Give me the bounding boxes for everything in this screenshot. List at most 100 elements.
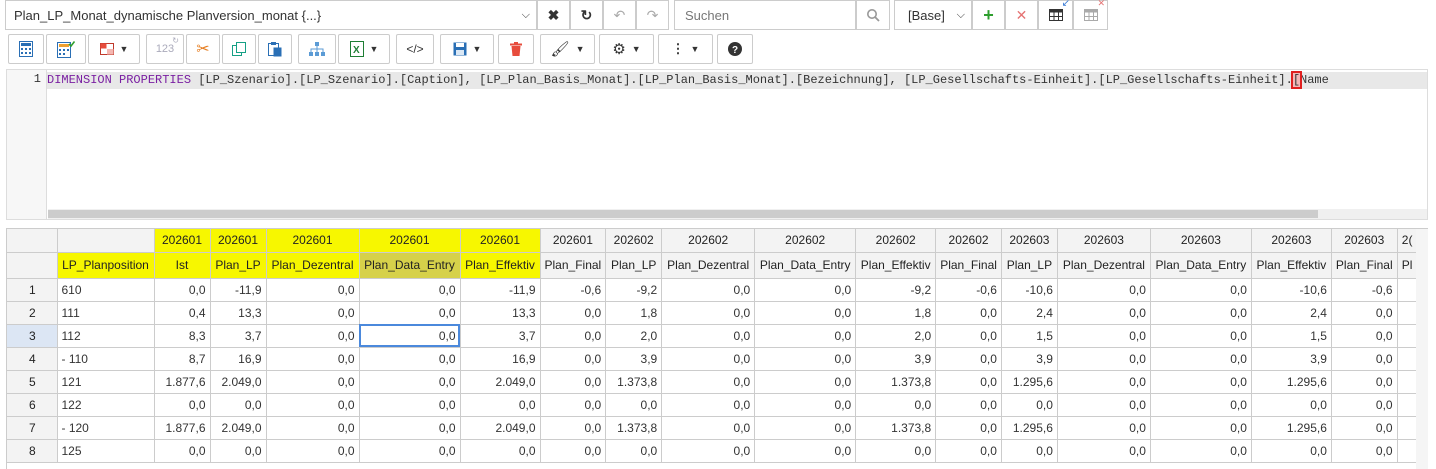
row-number[interactable]: 1 [7, 278, 58, 302]
data-cell[interactable]: 0,0 [540, 439, 607, 463]
settings-dropdown[interactable]: ⚙ ▼ [599, 34, 654, 64]
data-cell[interactable]: -10,6 [1001, 278, 1058, 302]
data-cell[interactable]: 0,0 [1251, 439, 1332, 463]
copy-button[interactable] [222, 34, 256, 64]
data-cell[interactable]: 0,0 [935, 347, 1002, 371]
measure-header[interactable]: Pl [1397, 252, 1418, 279]
data-cell[interactable]: 1.373,8 [855, 370, 937, 394]
period-header[interactable]: 202603 [1057, 229, 1151, 253]
data-cell[interactable]: 0,0 [359, 393, 461, 417]
grid-view-button[interactable]: ↙ [1038, 0, 1073, 30]
data-cell[interactable]: 0,0 [1150, 301, 1252, 325]
row-number[interactable]: 2 [7, 301, 58, 325]
data-cell[interactable]: 0,0 [266, 278, 360, 302]
data-cell[interactable]: 0,0 [661, 439, 756, 463]
code-line[interactable]: DIMENSION PROPERTIES [LP_Szenario].[LP_S… [47, 71, 1329, 89]
data-cell[interactable]: 1.373,8 [605, 370, 663, 394]
data-cell[interactable]: 0,0 [935, 416, 1002, 440]
data-cell[interactable]: 0,0 [661, 347, 756, 371]
data-cell[interactable]: 2,0 [605, 324, 663, 348]
data-cell[interactable]: 2.049,0 [210, 416, 267, 440]
data-cell[interactable]: 3,9 [855, 347, 937, 371]
measure-header[interactable]: Ist [154, 252, 211, 279]
data-cell[interactable]: 0,0 [154, 278, 211, 302]
period-header[interactable]: 202601 [266, 229, 360, 253]
data-cell[interactable]: 0,0 [460, 439, 541, 463]
data-cell[interactable]: 0,0 [154, 439, 211, 463]
data-cell[interactable]: 3,7 [210, 324, 267, 348]
data-cell[interactable]: 0,4 [154, 301, 211, 325]
measure-header[interactable]: Plan_Dezentral [1057, 252, 1151, 279]
clear-button[interactable]: ✖ [537, 0, 570, 30]
data-cell[interactable]: 0,0 [1057, 393, 1151, 417]
data-cell[interactable]: 0,0 [540, 416, 607, 440]
editor-horizontal-scrollbar[interactable] [48, 209, 1427, 219]
row-number[interactable]: 6 [7, 393, 58, 417]
data-cell[interactable]: 0,0 [359, 324, 461, 348]
data-cell[interactable]: 0,0 [754, 301, 857, 325]
data-cell[interactable] [1397, 439, 1418, 463]
row-label[interactable]: - 110 [57, 347, 155, 371]
data-cell[interactable]: 0,0 [754, 278, 857, 302]
data-cell[interactable]: -10,6 [1251, 278, 1332, 302]
data-cell[interactable]: 13,3 [210, 301, 267, 325]
data-cell[interactable]: 0,0 [935, 301, 1002, 325]
save-dropdown[interactable]: ▼ [440, 34, 494, 64]
measure-header[interactable]: Plan_Effektiv [855, 252, 937, 279]
measure-header[interactable]: Plan_Final [1331, 252, 1398, 279]
data-cell[interactable]: 13,3 [460, 301, 541, 325]
measure-header[interactable]: Plan_Data_Entry [359, 252, 461, 279]
data-cell[interactable]: 8,3 [154, 324, 211, 348]
data-cell[interactable]: 0,0 [754, 416, 857, 440]
data-cell[interactable]: 0,0 [1057, 370, 1151, 394]
data-cell[interactable]: 1.295,6 [1001, 370, 1058, 394]
refresh-button[interactable]: ↻ [570, 0, 603, 30]
data-cell[interactable]: 0,0 [1150, 278, 1252, 302]
period-header[interactable]: 202602 [855, 229, 937, 253]
period-header[interactable]: 202601 [359, 229, 461, 253]
data-cell[interactable]: 2.049,0 [460, 416, 541, 440]
measure-header[interactable]: Plan_Dezentral [266, 252, 360, 279]
excel-export-dropdown[interactable]: X ▼ [338, 34, 390, 64]
data-cell[interactable]: 0,0 [1150, 393, 1252, 417]
paging-button[interactable]: 123 ↻ [146, 34, 184, 64]
row-dimension-header[interactable]: LP_Planposition [57, 252, 155, 279]
data-cell[interactable]: 0,0 [1150, 439, 1252, 463]
data-cell[interactable]: 8,7 [154, 347, 211, 371]
measure-header[interactable]: Plan_Effektiv [460, 252, 541, 279]
data-cell[interactable]: 16,9 [210, 347, 267, 371]
data-cell[interactable]: 0,0 [1057, 301, 1151, 325]
data-cell[interactable]: 3,7 [460, 324, 541, 348]
data-cell[interactable]: 1.295,6 [1251, 416, 1332, 440]
data-cell[interactable]: 2,4 [1251, 301, 1332, 325]
row-number[interactable]: 5 [7, 370, 58, 394]
data-cell[interactable] [1397, 370, 1418, 394]
measure-header[interactable]: Plan_Dezentral [661, 252, 756, 279]
query-select[interactable]: Plan_LP_Monat_dynamische Planversion_mon… [5, 0, 537, 30]
period-header[interactable]: 202602 [754, 229, 857, 253]
period-header[interactable]: 202603 [1001, 229, 1058, 253]
row-number[interactable]: 8 [7, 439, 58, 463]
data-cell[interactable] [1397, 393, 1418, 417]
data-cell[interactable] [1397, 301, 1418, 325]
data-cell[interactable]: 2,0 [855, 324, 937, 348]
data-cell[interactable]: 0,0 [359, 370, 461, 394]
data-cell[interactable]: 0,0 [154, 393, 211, 417]
row-label[interactable]: 112 [57, 324, 155, 348]
data-cell[interactable]: 0,0 [754, 370, 857, 394]
data-cell[interactable]: -11,9 [210, 278, 267, 302]
measure-header[interactable]: Plan_LP [605, 252, 663, 279]
add-button[interactable]: + [972, 0, 1005, 30]
data-cell[interactable]: 1.373,8 [605, 416, 663, 440]
data-cell[interactable]: 1.373,8 [855, 416, 937, 440]
data-cell[interactable]: 0,0 [661, 416, 756, 440]
data-cell[interactable]: 0,0 [359, 439, 461, 463]
data-cell[interactable]: 0,0 [855, 439, 937, 463]
data-cell[interactable]: 0,0 [266, 439, 360, 463]
row-number[interactable]: 3 [7, 324, 58, 348]
data-cell[interactable]: 0,0 [359, 301, 461, 325]
data-cell[interactable]: -0,6 [540, 278, 607, 302]
data-cell[interactable]: 0,0 [210, 393, 267, 417]
data-cell[interactable]: -9,2 [605, 278, 663, 302]
data-cell[interactable]: 0,0 [935, 370, 1002, 394]
